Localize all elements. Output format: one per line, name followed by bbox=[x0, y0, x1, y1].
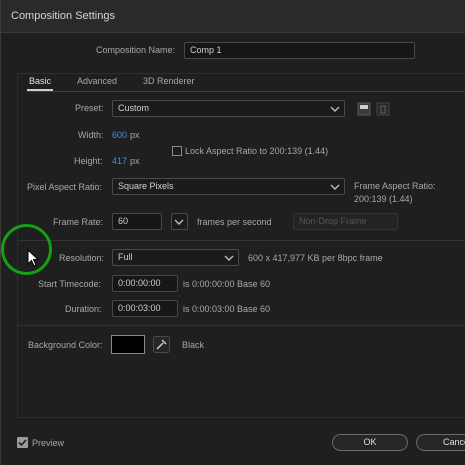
frame-aspect-value: 200:139 (1.44) bbox=[354, 194, 413, 204]
chevron-down-icon bbox=[224, 255, 234, 261]
start-timecode-input[interactable]: 0:00:00:00 bbox=[112, 275, 178, 292]
frame-rate-unit: frames per second bbox=[197, 217, 272, 227]
tab-advanced[interactable]: Advanced bbox=[77, 76, 117, 86]
preset-value: Custom bbox=[118, 103, 150, 113]
tab-basic[interactable]: Basic bbox=[29, 76, 51, 86]
duration-info: is 0:00:03:00 Base 60 bbox=[183, 304, 271, 314]
pixel-aspect-select[interactable]: Square Pixels bbox=[112, 178, 345, 195]
comp-name-input[interactable]: Comp 1 bbox=[184, 42, 415, 59]
window-title: Composition Settings bbox=[11, 10, 115, 22]
ok-button[interactable]: OK bbox=[332, 434, 408, 451]
pixel-aspect-value: Square Pixels bbox=[118, 181, 174, 191]
save-preset-icon[interactable] bbox=[357, 102, 371, 116]
active-tab-indicator bbox=[27, 89, 53, 91]
preset-label: Preset: bbox=[75, 103, 104, 113]
duration-label: Duration: bbox=[65, 304, 102, 314]
width-unit: px bbox=[130, 130, 140, 140]
resolution-value: Full bbox=[118, 252, 133, 262]
duration-input[interactable]: 0:00:03:00 bbox=[112, 300, 178, 317]
start-timecode-label: Start Timecode: bbox=[38, 279, 102, 289]
lock-aspect-label: Lock Aspect Ratio to 200:139 (1.44) bbox=[185, 146, 329, 156]
delete-preset-icon[interactable] bbox=[376, 102, 390, 116]
start-timecode-info: is 0:00:00:00 Base 60 bbox=[183, 279, 271, 289]
frame-rate-input[interactable]: 60 bbox=[112, 213, 162, 230]
section-divider bbox=[17, 325, 465, 326]
background-color-name: Black bbox=[182, 340, 205, 350]
background-color-label: Background Color: bbox=[28, 340, 103, 350]
preview-checkbox[interactable] bbox=[17, 437, 28, 448]
eyedropper-icon[interactable] bbox=[153, 336, 170, 353]
mouse-cursor-icon bbox=[27, 249, 39, 267]
drop-frame-value: Non-Drop Frame bbox=[299, 216, 367, 226]
frame-rate-dropdown[interactable] bbox=[171, 213, 188, 230]
composition-settings-dialog: Composition Settings Composition Name: C… bbox=[0, 0, 465, 465]
section-divider bbox=[17, 240, 465, 241]
width-label: Width: bbox=[78, 130, 104, 140]
height-value[interactable]: 417 bbox=[112, 156, 127, 166]
resolution-info: 600 x 417,977 KB per 8bpc frame bbox=[248, 253, 383, 263]
height-label: Height: bbox=[74, 156, 103, 166]
drop-frame-select: Non-Drop Frame bbox=[293, 213, 398, 230]
chevron-down-icon bbox=[330, 184, 340, 190]
title-bar: Composition Settings bbox=[1, 0, 465, 33]
cancel-button[interactable]: Cance bbox=[416, 434, 465, 451]
chevron-down-icon bbox=[174, 219, 184, 225]
tab-3d-renderer[interactable]: 3D Renderer bbox=[143, 76, 195, 86]
width-value[interactable]: 600 bbox=[112, 130, 127, 140]
tab-divider bbox=[27, 91, 465, 92]
frame-aspect-label: Frame Aspect Ratio: bbox=[354, 181, 436, 191]
frame-rate-label: Frame Rate: bbox=[53, 217, 104, 227]
background-color-swatch[interactable] bbox=[111, 335, 145, 354]
comp-name-label: Composition Name: bbox=[96, 45, 176, 55]
settings-panel bbox=[17, 73, 465, 418]
preset-select[interactable]: Custom bbox=[112, 100, 345, 117]
height-unit: px bbox=[130, 156, 140, 166]
resolution-select[interactable]: Full bbox=[112, 249, 239, 266]
resolution-label: Resolution: bbox=[59, 253, 105, 263]
preview-label: Preview bbox=[32, 438, 65, 448]
chevron-down-icon bbox=[330, 106, 340, 112]
lock-aspect-checkbox[interactable] bbox=[172, 146, 182, 156]
pixel-aspect-label: Pixel Aspect Ratio: bbox=[27, 182, 103, 192]
